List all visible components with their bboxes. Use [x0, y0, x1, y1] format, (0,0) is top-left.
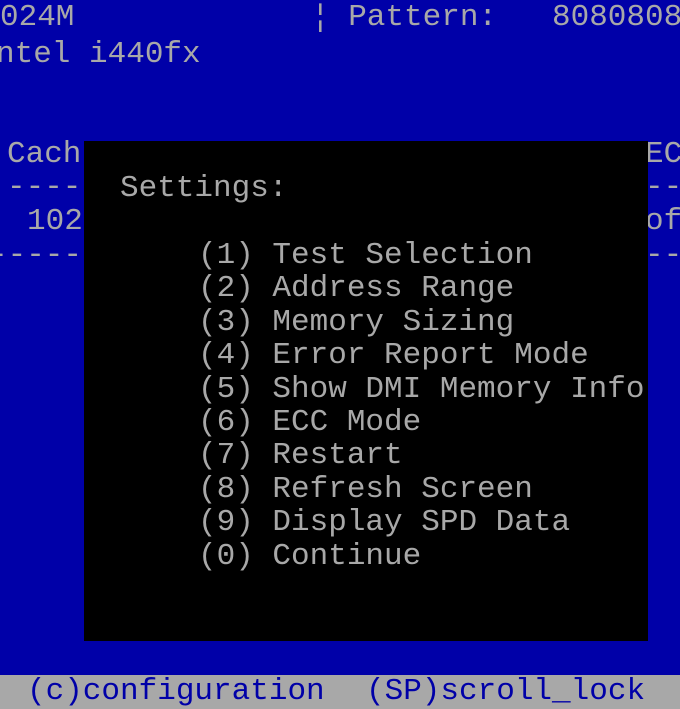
menu-item[interactable]: (1) Test Selection	[198, 239, 533, 273]
menu-item-label: ECC Mode	[272, 405, 422, 440]
menu-item-label: Error Report Mode	[272, 338, 589, 374]
menu-item-key: (4)	[198, 338, 254, 374]
menu-item[interactable]: (7) Restart	[198, 439, 403, 473]
menu-item-key: (0)	[198, 538, 254, 574]
divider: --	[645, 170, 680, 205]
pattern-label: ¦ Pattern:	[311, 0, 498, 35]
memory-size: 024M	[0, 0, 75, 35]
menu-item-key: (6)	[198, 405, 254, 440]
menu-item-label: Address Range	[272, 271, 515, 307]
ecc-header: EC	[645, 137, 680, 172]
menu-item-key: (3)	[198, 304, 254, 340]
menu-item-key: (9)	[198, 505, 254, 541]
ecc-value: of	[645, 204, 680, 239]
menu-item[interactable]: (5) Show DMI Memory Info	[198, 371, 645, 407]
menu-item[interactable]: (2) Address Range	[198, 272, 514, 306]
menu-item-label: Refresh Screen	[272, 471, 533, 507]
menu-item-label: Continue	[272, 538, 422, 574]
menu-item-label: Memory Sizing	[272, 304, 515, 340]
status-bar: (c)configuration (SP)scroll_lock	[0, 675, 680, 709]
configuration-hint[interactable]: (c)configuration	[27, 675, 325, 709]
cache-header: Cach	[7, 137, 82, 172]
settings-popup: Settings: (1) Test Selection (2) Address …	[84, 141, 648, 641]
menu-item[interactable]: (8) Refresh Screen	[198, 471, 533, 507]
menu-item-key: (7)	[198, 438, 254, 474]
menu-item-key: (2)	[198, 271, 254, 307]
divider: --	[645, 238, 680, 273]
menu-item[interactable]: (4) Error Report Mode	[198, 339, 589, 373]
menu-item[interactable]: (0) Continue	[198, 538, 422, 574]
menu-item[interactable]: (9) Display SPD Data	[198, 506, 570, 540]
menu-item-label: Test Selection	[272, 238, 533, 273]
pattern-value: 8080808	[552, 0, 680, 35]
menu-item-key: (1)	[198, 238, 254, 273]
menu-item-key: (8)	[198, 471, 254, 507]
menu-item-key: (5)	[198, 371, 254, 407]
menu-item[interactable]: (3) Memory Sizing	[198, 304, 515, 340]
cache-value: 102	[27, 204, 83, 239]
divider: -----	[0, 238, 83, 273]
settings-title: Settings:	[120, 171, 288, 206]
menu-item-label: Restart	[272, 438, 403, 474]
scroll-lock-hint[interactable]: (SP)scroll_lock	[366, 675, 645, 709]
chipset: ntel i440fx	[0, 37, 201, 72]
divider: ----	[7, 170, 82, 205]
menu-item-label: Show DMI Memory Info	[272, 371, 645, 407]
menu-item[interactable]: (6) ECC Mode	[198, 406, 421, 440]
menu-item-label: Display SPD Data	[272, 505, 571, 541]
